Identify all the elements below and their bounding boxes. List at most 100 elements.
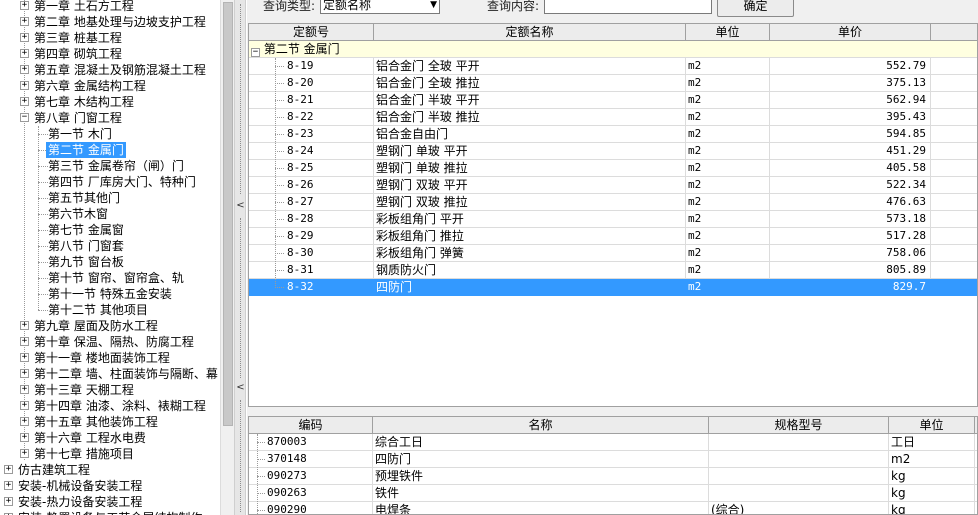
quota-row[interactable]: 8-27 塑钢门 双玻 推拉 m2 476.63 — [249, 194, 977, 211]
collapse-group-icon[interactable]: − — [251, 48, 260, 57]
resource-name-cell: 四防门 — [373, 451, 709, 468]
expand-icon[interactable]: + — [20, 97, 29, 106]
query-type-select[interactable]: 定额名称 ▼ — [320, 0, 440, 14]
tree-item-chapter[interactable]: + 第一章 土石方工程 — [0, 0, 220, 14]
tree-item-chapter[interactable]: + 第十三章 天棚工程 — [0, 382, 220, 398]
expand-icon[interactable]: + — [20, 433, 29, 442]
quota-table[interactable]: 定额号 定额名称 单位 单价 − 第二节 金属门 8-19 铝合金门 全玻 平开 m… — [248, 23, 978, 407]
tree-item-chapter-open[interactable]: − 第八章 门窗工程 — [0, 110, 220, 126]
quota-row[interactable]: 8-23 铝合金自由门 m2 594.85 — [249, 126, 977, 143]
expand-icon[interactable]: + — [4, 481, 13, 490]
tree-item-chapter[interactable]: + 第四章 砌筑工程 — [0, 46, 220, 62]
col-header-price[interactable]: 单价 — [770, 24, 931, 41]
tree-item-section[interactable]: 第八节 门窗套 — [0, 238, 220, 254]
collapse-left-arrow-icon-2[interactable]: < — [236, 381, 245, 395]
tree-item-chapter[interactable]: + 第十一章 楼地面装饰工程 — [0, 350, 220, 366]
resource-table[interactable]: 编码 名称 规格型号 单位 870003 综合工日 工日 370148 四防门 m2 090… — [248, 416, 978, 515]
tree-item-chapter[interactable]: + 第九章 屋面及防水工程 — [0, 318, 220, 334]
tree-item-root[interactable]: +安装-静置设备与工艺金属结构制作 — [0, 510, 220, 515]
expand-icon[interactable]: + — [20, 337, 29, 346]
expand-icon[interactable]: + — [20, 353, 29, 362]
tree-item-chapter[interactable]: + 第十二章 墙、柱面装饰与隔断、幕 — [0, 366, 220, 382]
tree-item-section[interactable]: 第十节 窗帘、窗帘盒、轨 — [0, 270, 220, 286]
tree-item-section[interactable]: 第十二节 其他项目 — [0, 302, 220, 318]
tree-item-chapter[interactable]: + 第六章 金属结构工程 — [0, 78, 220, 94]
quota-row[interactable]: 8-26 塑钢门 双玻 平开 m2 522.34 — [249, 177, 977, 194]
tree-node-label: 第十三章 天棚工程 — [34, 383, 134, 397]
tree-item-section[interactable]: 第四节 厂库房大门、特种门 — [0, 174, 220, 190]
tree-item-root[interactable]: + 安装-热力设备安装工程 — [0, 494, 220, 510]
tree-item-section[interactable]: 第三节 金属卷帘（闸）门 — [0, 158, 220, 174]
quota-row[interactable]: 8-20 铝合金门 全玻 推拉 m2 375.13 — [249, 75, 977, 92]
expand-icon[interactable]: + — [4, 465, 13, 474]
expand-icon[interactable]: + — [20, 449, 29, 458]
tree-item-root[interactable]: + 仿古建筑工程 — [0, 462, 220, 478]
tree-item-chapter[interactable]: + 第七章 木结构工程 — [0, 94, 220, 110]
tree-item-chapter[interactable]: + 第十四章 油漆、涂料、裱糊工程 — [0, 398, 220, 414]
quota-row[interactable]: 8-19 铝合金门 全玻 平开 m2 552.79 — [249, 58, 977, 75]
tree-item-section[interactable]: 第九节 窗台板 — [0, 254, 220, 270]
expand-icon[interactable]: + — [20, 1, 29, 10]
expand-icon[interactable]: + — [20, 33, 29, 42]
expand-icon[interactable]: + — [20, 417, 29, 426]
resource-row[interactable]: 870003 综合工日 工日 — [249, 434, 977, 451]
quota-group-row[interactable]: − 第二节 金属门 — [249, 41, 977, 58]
quota-row[interactable]: 8-25 塑钢门 单玻 推拉 m2 405.58 — [249, 160, 977, 177]
resource-row[interactable]: 090263 铁件 kg — [249, 485, 977, 502]
tree-item-chapter[interactable]: + 第十章 保温、隔热、防腐工程 — [0, 334, 220, 350]
expand-icon[interactable]: + — [20, 49, 29, 58]
quota-row[interactable]: 8-28 彩板组角门 平开 m2 573.18 — [249, 211, 977, 228]
quota-row[interactable]: 8-29 彩板组角门 推拉 m2 517.28 — [249, 228, 977, 245]
res-col-header-name[interactable]: 名称 — [373, 417, 709, 434]
tree-item-chapter[interactable]: + 第五章 混凝土及钢筋混凝土工程 — [0, 62, 220, 78]
quota-row[interactable]: 8-31 钢质防火门 m2 805.89 — [249, 262, 977, 279]
resource-row[interactable]: 090273 预埋铁件 kg — [249, 468, 977, 485]
tree-scrollbar[interactable] — [220, 0, 234, 515]
quota-row[interactable]: 8-24 塑钢门 单玻 平开 m2 451.29 — [249, 143, 977, 160]
tree-item-section[interactable]: 第七节 金属窗 — [0, 222, 220, 238]
expand-icon[interactable]: + — [4, 497, 13, 506]
confirm-button[interactable]: 确定 — [717, 0, 794, 17]
chapter-tree[interactable]: + 第一章 土石方工程 + 第二章 地基处理与边坡支护工程 + 第三章 桩基工程 + 第四章 … — [0, 0, 220, 515]
quota-row[interactable]: 8-30 彩板组角门 弹簧 m2 758.06 — [249, 245, 977, 262]
res-col-header-code[interactable]: 编码 — [249, 417, 373, 434]
tree-item-chapter[interactable]: + 第十六章 工程水电费 — [0, 430, 220, 446]
expand-icon[interactable]: + — [20, 65, 29, 74]
quota-row[interactable]: 8-21 铝合金门 半玻 平开 m2 562.94 — [249, 92, 977, 109]
quota-code-cell: 8-27 — [249, 194, 374, 211]
tree-item-section[interactable]: 第二节 金属门 — [0, 142, 220, 158]
expand-icon[interactable]: + — [20, 17, 29, 26]
tree-item-section[interactable]: 第十一节 特殊五金安装 — [0, 286, 220, 302]
tree-item-section[interactable]: 第五节其他门 — [0, 190, 220, 206]
resource-row[interactable]: 090290 电焊条 (综合) kg — [249, 502, 977, 514]
tree-item-chapter[interactable]: + 第十七章 措施项目 — [0, 446, 220, 462]
collapse-icon[interactable]: − — [20, 113, 29, 122]
expand-icon[interactable]: + — [20, 81, 29, 90]
expand-icon[interactable]: + — [20, 385, 29, 394]
tree-item-chapter[interactable]: + 第三章 桩基工程 — [0, 30, 220, 46]
query-content-input[interactable] — [544, 0, 712, 14]
tree-node-label: 第十二节 其他项目 — [48, 303, 148, 317]
resource-row[interactable]: 370148 四防门 m2 — [249, 451, 977, 468]
tree-item-section[interactable]: 第六节木窗 — [0, 206, 220, 222]
quota-row[interactable]: 8-32 四防门 m2 829.7 — [249, 279, 977, 296]
tree-item-root[interactable]: + 安装-机械设备安装工程 — [0, 478, 220, 494]
expand-icon[interactable]: + — [20, 401, 29, 410]
expand-icon[interactable]: + — [20, 369, 29, 378]
tree-item-section[interactable]: 第一节 木门 — [0, 126, 220, 142]
pane-splitter[interactable]: < < — [234, 0, 246, 515]
col-header-code[interactable]: 定额号 — [249, 24, 374, 41]
col-header-name[interactable]: 定额名称 — [374, 24, 686, 41]
res-col-header-unit[interactable]: 单位 — [889, 417, 975, 434]
res-col-header-spec[interactable]: 规格型号 — [709, 417, 889, 434]
col-header-unit[interactable]: 单位 — [686, 24, 770, 41]
quota-row[interactable]: 8-22 铝合金门 半玻 推拉 m2 395.43 — [249, 109, 977, 126]
tree-item-chapter[interactable]: + 第二章 地基处理与边坡支护工程 — [0, 14, 220, 30]
row-connector — [275, 117, 284, 118]
tree-node-label: 第六章 金属结构工程 — [34, 79, 146, 93]
tree-scrollbar-thumb[interactable] — [223, 2, 233, 426]
tree-item-chapter[interactable]: + 第十五章 其他装饰工程 — [0, 414, 220, 430]
expand-icon[interactable]: + — [20, 321, 29, 330]
collapse-left-arrow-icon[interactable]: < — [236, 199, 245, 213]
chevron-down-icon[interactable]: ▼ — [430, 0, 437, 11]
